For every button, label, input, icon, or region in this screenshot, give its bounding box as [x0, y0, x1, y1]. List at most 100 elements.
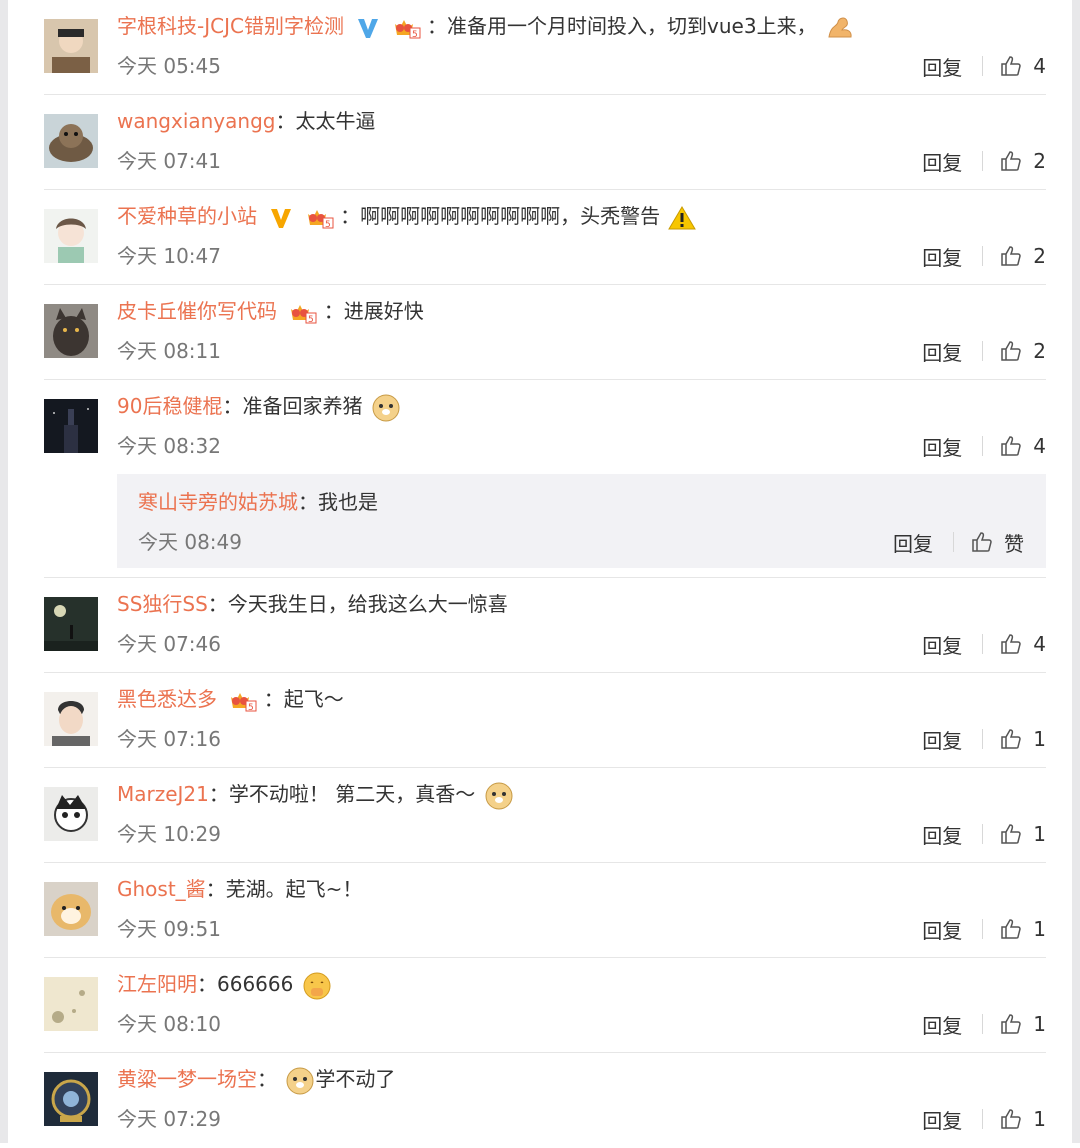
colon: ： — [257, 1067, 277, 1091]
avatar[interactable] — [44, 114, 98, 168]
reply-button[interactable]: 回复 — [893, 528, 933, 557]
reply-button[interactable]: 回复 — [922, 1105, 962, 1134]
username[interactable]: MarzeJ21 — [117, 782, 209, 806]
avatar[interactable] — [44, 692, 98, 746]
reply-button[interactable]: 回复 — [922, 1010, 962, 1039]
comment-item: MarzeJ21：学不动啦！ 第二天，真香～ 今天 10:29 回复 1 — [44, 768, 1046, 863]
svg-text:5: 5 — [412, 30, 418, 40]
thumbs-up-icon[interactable] — [999, 727, 1023, 751]
comment-item: SS独行SS：今天我生日，给我这么大一惊喜 今天 07:46 回复 4 — [44, 578, 1046, 673]
username[interactable]: SS独行SS — [117, 592, 208, 616]
timestamp: 今天 07:29 — [117, 1107, 221, 1131]
avatar[interactable] — [44, 597, 98, 651]
username[interactable]: wangxianyangg — [117, 109, 275, 133]
avatar[interactable] — [44, 977, 98, 1031]
comment-text: 起飞～ — [283, 687, 344, 711]
timestamp: 今天 10:47 — [117, 244, 221, 268]
thumbs-up-icon[interactable] — [999, 917, 1023, 941]
like-count: 4 — [1033, 54, 1046, 78]
timestamp: 今天 07:41 — [117, 149, 221, 173]
username[interactable]: 皮卡丘催你写代码 — [117, 299, 277, 323]
timestamp: 今天 08:49 — [138, 530, 242, 554]
like-count: 1 — [1033, 917, 1046, 941]
thumbs-up-icon[interactable] — [999, 244, 1023, 268]
thumbs-up-icon[interactable] — [970, 530, 994, 554]
comment-text: 666666 — [217, 972, 294, 996]
svg-text:5: 5 — [325, 220, 331, 230]
comment-text: 太太牛逼 — [295, 109, 376, 133]
reply-button[interactable]: 回复 — [922, 725, 962, 754]
reply-button[interactable]: 回复 — [922, 147, 962, 176]
like-count: 2 — [1033, 149, 1046, 173]
avatar[interactable] — [44, 1072, 98, 1126]
divider — [982, 919, 984, 939]
doge-emoji-icon — [485, 782, 513, 809]
colon: ： — [323, 299, 344, 323]
thumbs-up-icon[interactable] — [999, 632, 1023, 656]
vip-crown-icon: 5 — [231, 692, 257, 713]
divider — [982, 56, 984, 76]
username[interactable]: Ghost_酱 — [117, 877, 206, 901]
comment-item: Ghost_酱：芜湖。起飞~！ 今天 09:51 回复 1 — [44, 863, 1046, 958]
username[interactable]: 字根科技-JCJC错别字检测 — [117, 14, 344, 38]
username[interactable]: 黄粱一梦一场空 — [117, 1067, 257, 1091]
doge-emoji-icon — [372, 394, 400, 421]
verified-orange-icon — [271, 208, 292, 228]
reply-button[interactable]: 回复 — [922, 52, 962, 81]
divider — [982, 729, 984, 749]
username[interactable]: 江左阳明 — [117, 972, 197, 996]
colon: ： — [263, 687, 284, 711]
reply-button[interactable]: 回复 — [922, 242, 962, 271]
vip-crown-icon: 5 — [394, 19, 421, 40]
timestamp: 今天 07:16 — [117, 727, 221, 751]
reply-button[interactable]: 回复 — [922, 915, 962, 944]
thumbs-up-icon[interactable] — [999, 822, 1023, 846]
thumbs-up-icon[interactable] — [999, 1107, 1023, 1131]
username[interactable]: 寒山寺旁的姑苏城 — [138, 490, 298, 514]
svg-text:5: 5 — [248, 703, 254, 713]
like-count: 2 — [1033, 244, 1046, 268]
comment-text: 准备回家养猪 — [242, 394, 363, 418]
comment-list: 字根科技-JCJC错别字检测 5 ： 准备用一个月时间投入，切到vue3上来， 今… — [44, 0, 1046, 1148]
like-label[interactable]: 赞 — [1004, 528, 1024, 557]
avatar[interactable] — [44, 304, 98, 358]
thumbs-up-icon[interactable] — [999, 339, 1023, 363]
timestamp: 今天 08:10 — [117, 1012, 221, 1036]
avatar[interactable] — [44, 399, 98, 453]
timestamp: 今天 07:46 — [117, 632, 221, 656]
divider — [953, 532, 954, 552]
comment-item: 不爱种草的小站 5 ：啊啊啊啊啊啊啊啊啊啊，头秃警告 今天 10:47 回复 2 — [44, 190, 1046, 285]
avatar[interactable] — [44, 19, 98, 73]
verified-blue-icon — [358, 18, 379, 38]
avatar[interactable] — [44, 882, 98, 936]
vip-crown-icon: 5 — [291, 304, 317, 325]
svg-text:5: 5 — [308, 315, 314, 325]
username[interactable]: 不爱种草的小站 — [117, 204, 257, 228]
username[interactable]: 黑色悉达多 — [117, 687, 217, 711]
divider — [982, 824, 984, 844]
reply-button[interactable]: 回复 — [922, 820, 962, 849]
comment-text: 芜湖。起飞~！ — [225, 877, 363, 901]
reply-button[interactable]: 回复 — [922, 630, 962, 659]
colon: ： — [340, 204, 361, 228]
comment-text: 我也是 — [318, 490, 378, 514]
vip-crown-icon: 5 — [307, 209, 334, 230]
username[interactable]: 90后稳健棍 — [117, 394, 222, 418]
avatar[interactable] — [44, 787, 98, 841]
colon: ： — [298, 490, 318, 514]
thumbs-up-icon[interactable] — [999, 1012, 1023, 1036]
thumbs-up-icon[interactable] — [999, 434, 1023, 458]
comment-text: 进展好快 — [343, 299, 424, 323]
divider — [982, 1014, 984, 1034]
comment-item: 黑色悉达多 5 ：起飞～ 今天 07:16 回复 1 — [44, 673, 1046, 768]
like-count: 1 — [1033, 727, 1046, 751]
reply-button[interactable]: 回复 — [922, 432, 962, 461]
like-count: 4 — [1033, 434, 1046, 458]
comment-text: 学不动了 — [315, 1067, 396, 1091]
reply-button[interactable]: 回复 — [922, 337, 962, 366]
comment-text: 准备用一个月时间投入，切到vue3上来， — [447, 14, 817, 38]
thumbs-up-icon[interactable] — [999, 149, 1023, 173]
like-count: 1 — [1033, 822, 1046, 846]
avatar[interactable] — [44, 209, 98, 263]
thumbs-up-icon[interactable] — [999, 54, 1023, 78]
